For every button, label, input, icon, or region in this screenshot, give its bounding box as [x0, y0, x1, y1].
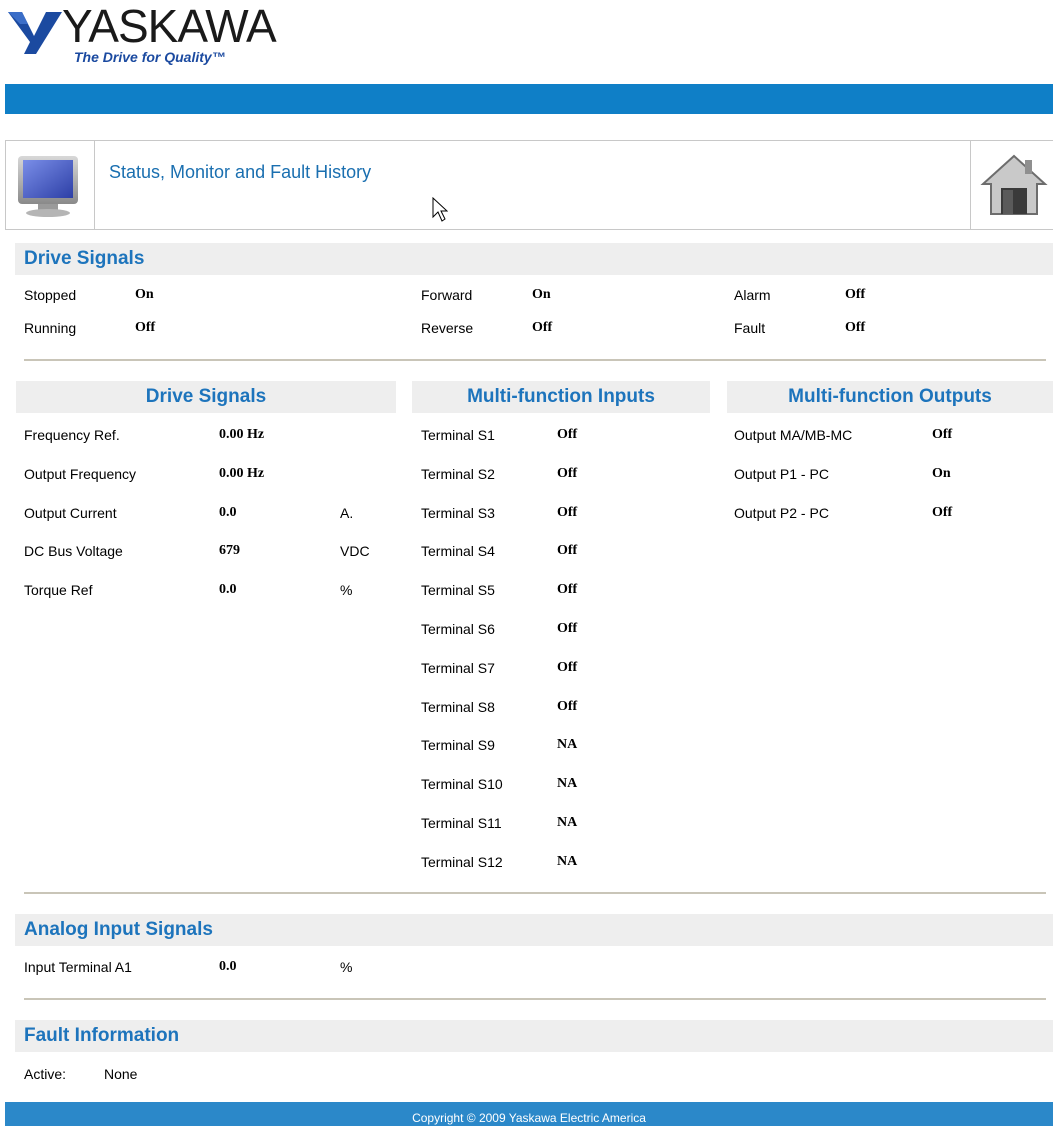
drive-signal-value: 0.00 Hz — [219, 427, 265, 442]
running-label: Running — [24, 320, 77, 336]
multi-function-outputs-header: Multi-function Outputs — [727, 381, 1053, 413]
drive-signals-header: Drive Signals — [16, 381, 396, 413]
divider — [24, 892, 1046, 894]
multi-function-inputs-header: Multi-function Inputs — [412, 381, 710, 413]
brand-name: YASKAWA — [62, 0, 277, 52]
input-terminal-label: Terminal S8 — [421, 699, 495, 715]
input-terminal-label: Terminal S5 — [421, 582, 495, 598]
input-terminal-value: Off — [557, 427, 578, 442]
input-terminal-label: Terminal S7 — [421, 660, 495, 676]
drive-signals-summary-header: Drive Signals — [15, 243, 1053, 275]
analog-input-signals-header: Analog Input Signals — [15, 914, 1053, 946]
alarm-value: Off — [845, 287, 866, 302]
forward-label: Forward — [421, 287, 473, 303]
yaskawa-logo: YASKAWA The Drive for Quality™ — [6, 2, 306, 68]
drive-signal-label: DC Bus Voltage — [24, 543, 123, 559]
home-cell[interactable] — [970, 141, 1053, 229]
monitor-cell — [6, 141, 95, 229]
reverse-label: Reverse — [421, 320, 474, 336]
input-terminal-label: Terminal S2 — [421, 466, 495, 482]
input-terminal-value: NA — [557, 776, 578, 791]
drive-signal-label: Frequency Ref. — [24, 427, 120, 443]
divider — [24, 998, 1046, 1000]
input-terminal-value: Off — [557, 466, 578, 481]
input-terminal-label: Terminal S4 — [421, 543, 495, 559]
output-terminal-value: Off — [932, 427, 953, 442]
input-terminal-label: Terminal S10 — [421, 776, 503, 792]
input-terminal-value: Off — [557, 699, 578, 714]
reverse-value: Off — [532, 320, 553, 335]
fault-active-value: None — [104, 1066, 138, 1082]
page-title: Status, Monitor and Fault History — [109, 162, 372, 182]
fault-active-label: Active: — [24, 1066, 67, 1082]
drive-signal-label: Torque Ref — [24, 582, 93, 598]
drive-signal-value: 0.0 — [219, 505, 237, 520]
input-terminal-value: NA — [557, 815, 578, 830]
input-terminal-a1-value: 0.0 — [219, 959, 237, 974]
input-terminal-a1-unit: % — [340, 959, 353, 975]
input-terminal-a1-label: Input Terminal A1 — [24, 959, 132, 975]
input-terminal-label: Terminal S6 — [421, 621, 495, 637]
input-terminal-value: Off — [557, 660, 578, 675]
drive-signal-value: 0.00 Hz — [219, 466, 265, 481]
brand-tagline: The Drive for Quality™ — [74, 49, 226, 65]
input-terminal-label: Terminal S9 — [421, 737, 495, 753]
output-terminal-value: On — [932, 466, 951, 481]
input-terminal-label: Terminal S12 — [421, 854, 503, 870]
drive-signal-value: 0.0 — [219, 582, 237, 597]
running-value: Off — [135, 320, 156, 335]
mouse-cursor-icon — [432, 197, 448, 222]
monitor-icon — [18, 156, 78, 217]
input-terminal-value: NA — [557, 737, 578, 752]
input-terminal-value: Off — [557, 543, 578, 558]
output-terminal-label: Output MA/MB-MC — [734, 427, 853, 443]
stopped-value: On — [135, 287, 154, 302]
divider — [24, 359, 1046, 361]
alarm-label: Alarm — [734, 287, 771, 303]
stopped-label: Stopped — [24, 287, 77, 303]
top-banner — [5, 84, 1053, 114]
input-terminal-value: NA — [557, 854, 578, 869]
footer: Copyright © 2009 Yaskawa Electric Americ… — [5, 1102, 1053, 1126]
input-terminal-value: Off — [557, 582, 578, 597]
input-terminal-value: Off — [557, 621, 578, 636]
output-terminal-label: Output P1 - PC — [734, 466, 829, 482]
input-terminal-label: Terminal S3 — [421, 505, 495, 521]
output-terminal-value: Off — [932, 505, 953, 520]
fault-information-header: Fault Information — [15, 1020, 1053, 1052]
fault-label: Fault — [734, 320, 766, 336]
drive-signal-label: Output Current — [24, 505, 117, 521]
drive-signal-unit: A. — [340, 505, 354, 521]
drive-signal-value: 679 — [219, 543, 240, 558]
input-terminal-value: Off — [557, 505, 578, 520]
drive-signal-label: Output Frequency — [24, 466, 137, 482]
home-icon[interactable] — [979, 150, 1049, 220]
drive-signal-unit: % — [340, 582, 353, 598]
input-terminal-label: Terminal S11 — [421, 815, 502, 831]
title-panel: Status, Monitor and Fault History — [5, 140, 1053, 230]
input-terminal-label: Terminal S1 — [421, 427, 495, 443]
fault-value: Off — [845, 320, 866, 335]
forward-value: On — [532, 287, 551, 302]
yaskawa-logo-mark — [8, 12, 62, 54]
drive-signal-unit: VDC — [340, 543, 370, 559]
output-terminal-label: Output P2 - PC — [734, 505, 829, 521]
